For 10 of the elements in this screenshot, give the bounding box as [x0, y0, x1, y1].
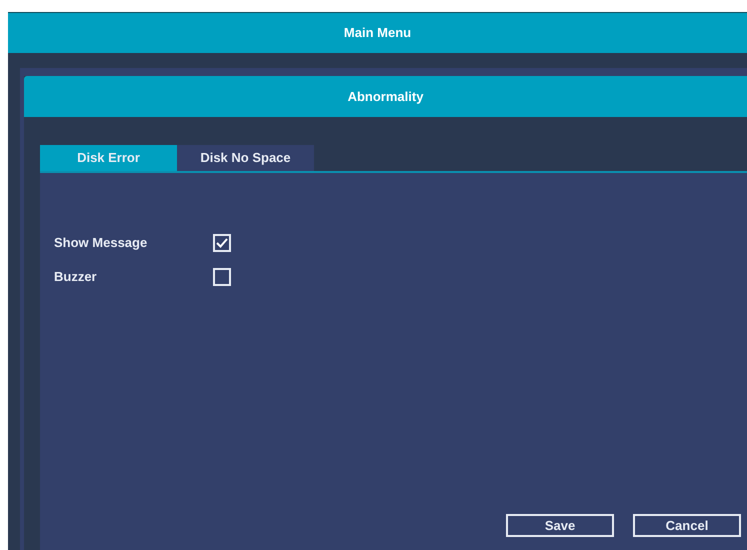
option-label: Show Message: [54, 234, 148, 252]
option-label: Buzzer: [54, 268, 98, 286]
checkbox[interactable]: [213, 268, 231, 286]
checkbox[interactable]: [213, 234, 231, 252]
cancel-button[interactable]: Cancel: [633, 514, 741, 537]
window-title: Main Menu: [344, 24, 412, 42]
tab[interactable]: Disk No Space: [177, 145, 314, 171]
save-button[interactable]: Save: [506, 514, 614, 537]
check-icon: [216, 238, 228, 248]
dialog-title: Abnormality: [348, 88, 424, 106]
